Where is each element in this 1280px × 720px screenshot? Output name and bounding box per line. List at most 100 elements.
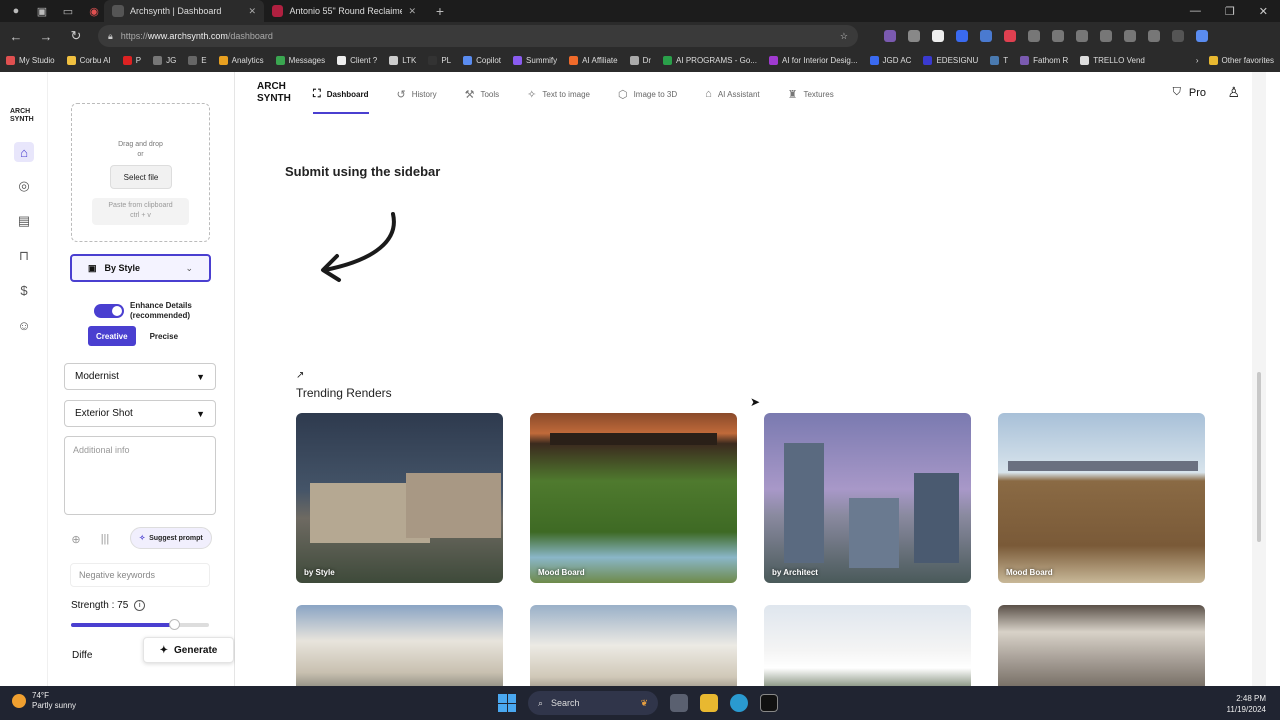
- bookmark[interactable]: Analytics: [218, 55, 264, 65]
- bookmark[interactable]: AI PROGRAMS - Go...: [663, 55, 757, 65]
- generate-button[interactable]: ✦ Generate: [143, 637, 234, 663]
- extension-icon[interactable]: [1124, 30, 1136, 42]
- additional-info-field[interactable]: Additional info: [64, 436, 216, 515]
- bookmark[interactable]: TRELLO Vend: [1080, 55, 1145, 65]
- render-card[interactable]: by Style: [296, 413, 503, 583]
- nav-dashboard[interactable]: ⛶ Dashboard: [313, 72, 369, 116]
- nav-textures[interactable]: ♜ Textures: [788, 72, 834, 116]
- render-card[interactable]: [998, 605, 1205, 686]
- bookmark[interactable]: E: [188, 55, 207, 65]
- bookmark[interactable]: Messages: [275, 55, 325, 65]
- minimize-button[interactable]: —: [1190, 5, 1201, 18]
- refresh-icon[interactable]: ↻: [68, 28, 84, 44]
- restore-button[interactable]: ❐: [1225, 5, 1235, 18]
- nav-ai-assistant[interactable]: ⌂ AI Assistant: [705, 72, 759, 116]
- bookmark[interactable]: Summify: [513, 55, 557, 65]
- bookmark[interactable]: Fathom R: [1020, 55, 1068, 65]
- bookmark[interactable]: P: [122, 55, 141, 65]
- weather-widget[interactable]: 74°F Partly sunny: [12, 691, 76, 711]
- home-icon[interactable]: ⌂: [14, 142, 34, 162]
- bookmark[interactable]: Copilot: [463, 55, 501, 65]
- taskbar-search[interactable]: ⌕ Search ❦: [528, 691, 658, 715]
- extension-icon[interactable]: [1100, 30, 1112, 42]
- strength-slider[interactable]: [71, 619, 209, 630]
- select-file-button[interactable]: Select file: [110, 165, 172, 189]
- tab-antonio[interactable]: Antonio 55" Round Reclaimed Pi ✕: [264, 0, 424, 22]
- bookmark[interactable]: Corbu AI: [66, 55, 111, 65]
- extension-icon[interactable]: [1052, 30, 1064, 42]
- extension-icon[interactable]: [980, 30, 992, 42]
- extension-icon[interactable]: [956, 30, 968, 42]
- account-icon[interactable]: ☺: [14, 315, 34, 335]
- bookmark[interactable]: My Studio: [6, 55, 55, 65]
- render-card[interactable]: [296, 605, 503, 686]
- address-bar[interactable]: 🔒︎ https://www.archsynth.com/dashboard ☆: [98, 25, 858, 47]
- extension-icon[interactable]: [932, 30, 944, 42]
- close-tab-icon[interactable]: ✕: [408, 6, 416, 17]
- close-tab-icon[interactable]: ✕: [248, 6, 256, 17]
- task-view-icon[interactable]: [670, 694, 688, 712]
- other-favorites[interactable]: Other favorites: [1208, 55, 1274, 65]
- bookmark[interactable]: Dr: [629, 55, 651, 65]
- forward-icon[interactable]: →: [38, 29, 54, 44]
- dollar-icon[interactable]: $: [14, 280, 34, 300]
- mode-dropdown[interactable]: ▣ By Style ⌄: [70, 254, 211, 282]
- extension-icon[interactable]: [908, 30, 920, 42]
- scrollbar-thumb[interactable]: [1257, 372, 1261, 542]
- nav-tools[interactable]: ⚒ Tools: [465, 72, 500, 116]
- info-icon[interactable]: i: [134, 600, 146, 611]
- negative-keywords-field[interactable]: Negative keywords: [70, 563, 210, 587]
- add-icon[interactable]: ⊕: [67, 530, 85, 548]
- bookmark[interactable]: T: [990, 55, 1008, 65]
- document-icon[interactable]: ▤: [14, 211, 34, 231]
- suggest-prompt-button[interactable]: ✧ Suggest prompt: [130, 527, 212, 549]
- extension-icon[interactable]: [1148, 30, 1160, 42]
- render-card[interactable]: [764, 605, 971, 686]
- clock[interactable]: 2:48 PM 11/19/2024: [1227, 693, 1266, 715]
- bookmark[interactable]: AI for Interior Desig...: [768, 55, 858, 65]
- nav-text-to-image[interactable]: ✧ Text to image: [527, 72, 590, 116]
- style-select[interactable]: Modernist ▼: [64, 363, 216, 390]
- render-card[interactable]: [530, 605, 737, 686]
- bookmark[interactable]: JGD AC: [869, 55, 911, 65]
- library-icon[interactable]: |||: [96, 530, 114, 548]
- extension-icon[interactable]: [1028, 30, 1040, 42]
- start-icon[interactable]: [498, 694, 516, 712]
- menu-icon[interactable]: [1172, 30, 1184, 42]
- bookmark[interactable]: AI Affiliate: [569, 55, 618, 65]
- bookmark[interactable]: JG: [153, 55, 176, 65]
- render-card[interactable]: Mood Board: [530, 413, 737, 583]
- page-scrollbar[interactable]: [1252, 72, 1266, 686]
- close-window-button[interactable]: ✕: [1259, 5, 1268, 18]
- bookmark[interactable]: Client ?: [337, 55, 377, 65]
- new-tab-button[interactable]: +: [430, 1, 450, 21]
- compass-icon[interactable]: ◎: [14, 176, 34, 196]
- rail-logo[interactable]: ARCH SYNTH: [10, 108, 34, 124]
- enhance-details-toggle[interactable]: [94, 304, 124, 318]
- archsynth-logo[interactable]: ARCH SYNTH: [257, 81, 291, 105]
- strength-slider-handle[interactable]: [168, 619, 180, 630]
- pinned-tab-icon[interactable]: ◉: [84, 1, 104, 21]
- shot-select[interactable]: Exterior Shot ▼: [64, 400, 216, 427]
- precise-button[interactable]: Precise: [142, 326, 186, 346]
- copilot-icon[interactable]: [1196, 30, 1208, 42]
- file-explorer-icon[interactable]: [700, 694, 718, 712]
- chevron-right-icon[interactable]: ›: [1196, 56, 1199, 65]
- extension-icon[interactable]: [1076, 30, 1088, 42]
- render-card[interactable]: by Architect: [764, 413, 971, 583]
- tab-actions-icon[interactable]: ▭: [58, 1, 78, 21]
- extension-icon[interactable]: [884, 30, 896, 42]
- nav-history[interactable]: ↺ History: [397, 72, 437, 116]
- favorite-star-icon[interactable]: ☆: [840, 31, 848, 42]
- profile-icon[interactable]: ●: [6, 1, 26, 21]
- bookmark-icon[interactable]: ⊓: [14, 246, 34, 266]
- extension-icon[interactable]: [1004, 30, 1016, 42]
- app-icon[interactable]: [760, 694, 778, 712]
- nav-image-to-3d[interactable]: ⬡ Image to 3D: [618, 72, 677, 116]
- render-card[interactable]: Mood Board: [998, 413, 1205, 583]
- paste-clipboard-button[interactable]: Paste from clipboard ctrl + v: [92, 198, 189, 225]
- bookmark[interactable]: LTK: [389, 55, 416, 65]
- bookmark[interactable]: EDESIGNU: [923, 55, 978, 65]
- pro-badge[interactable]: ⛉ Pro: [1173, 86, 1206, 99]
- edge-icon[interactable]: [730, 694, 748, 712]
